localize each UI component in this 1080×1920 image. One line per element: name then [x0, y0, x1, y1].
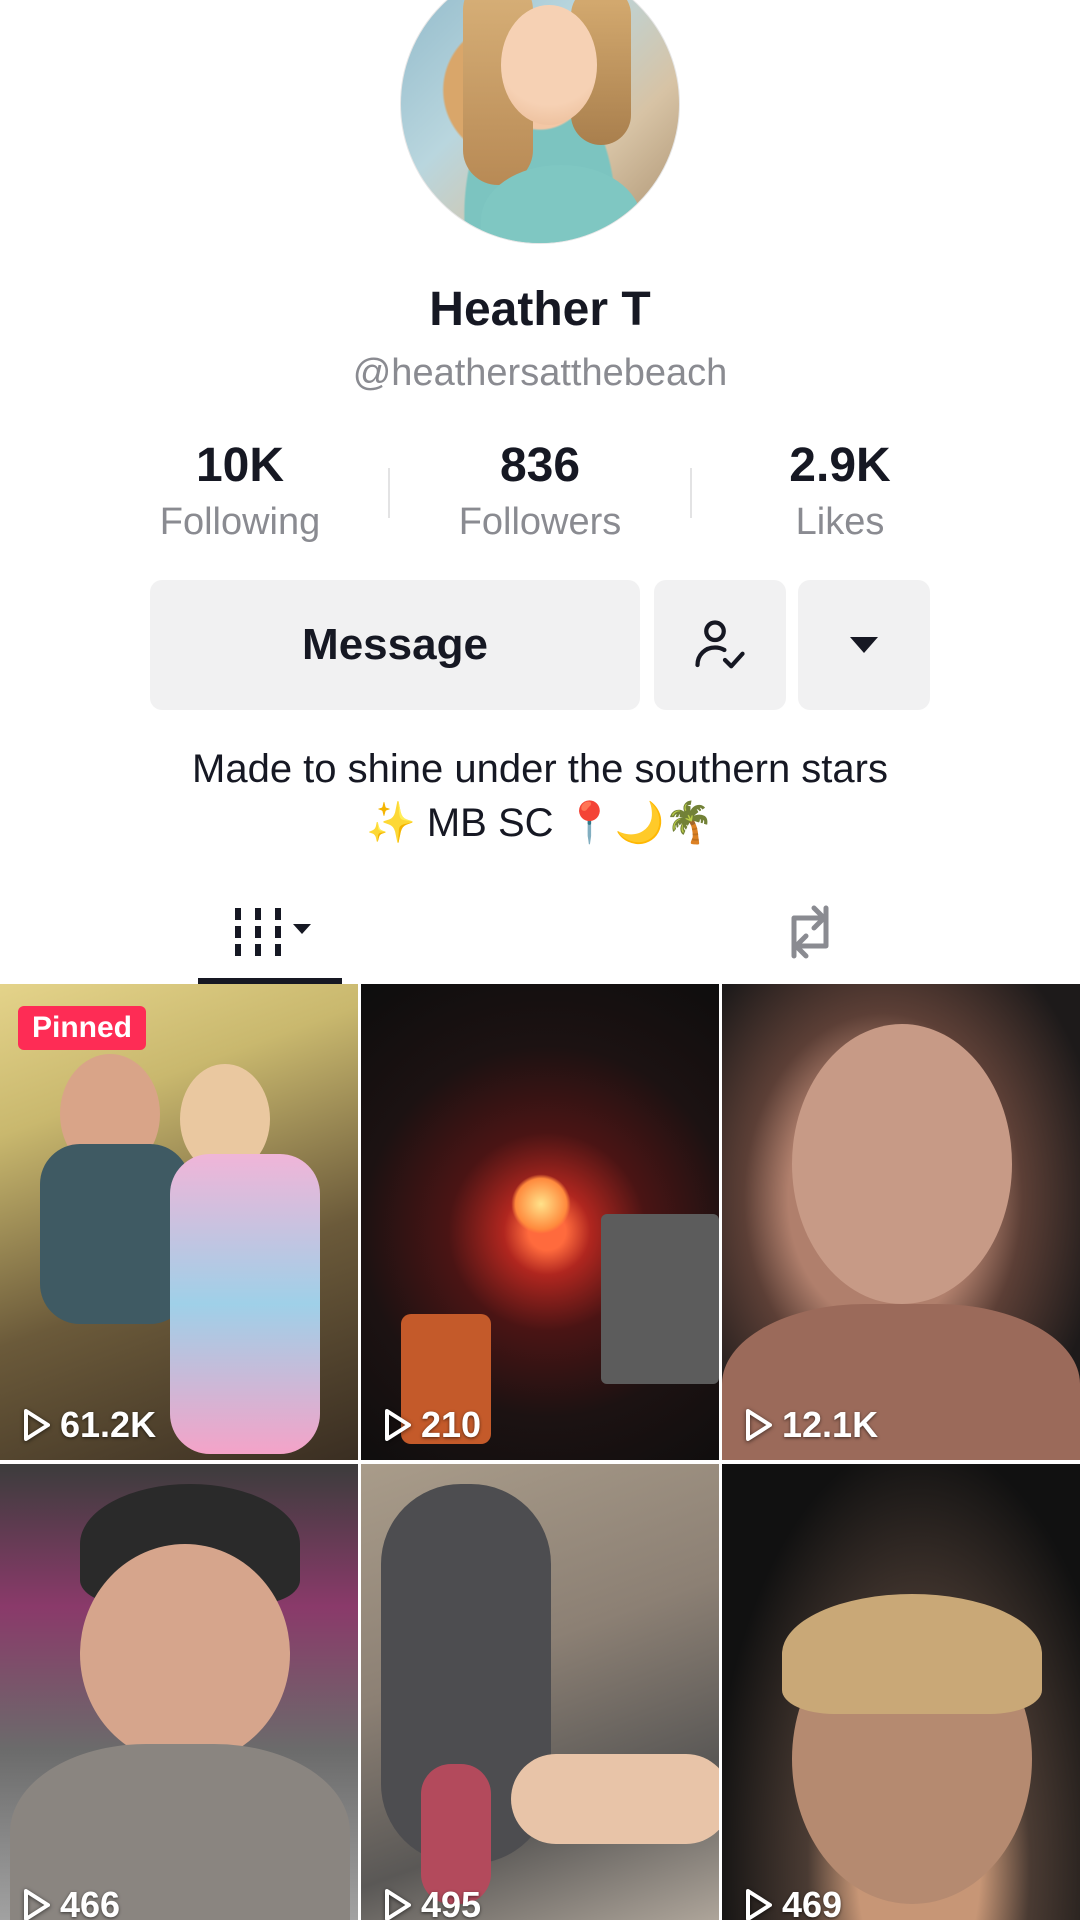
- play-icon: [24, 1889, 50, 1920]
- video-thumbnail[interactable]: 469: [722, 1464, 1080, 1920]
- profile-bio: Made to shine under the southern stars ✨…: [0, 742, 1080, 850]
- view-count-label: 469: [782, 1884, 843, 1920]
- caret-down-icon: [850, 637, 878, 653]
- video-thumbnail[interactable]: 466: [0, 1464, 358, 1920]
- thumbnail-figure: [601, 1214, 719, 1384]
- thumbnail-figure: [511, 1754, 719, 1844]
- thumbnail-figure: [80, 1544, 290, 1764]
- play-icon: [746, 1889, 772, 1920]
- stat-following[interactable]: 10K Following: [120, 438, 360, 544]
- stat-followers[interactable]: 836 Followers: [420, 438, 660, 544]
- bio-line: Made to shine under the southern stars: [192, 747, 888, 791]
- stat-divider: [690, 468, 692, 518]
- view-count: 61.2K: [22, 1404, 156, 1446]
- repost-icon: [791, 905, 829, 959]
- thumbnail-figure: [170, 1154, 320, 1454]
- view-count: 210: [383, 1404, 481, 1446]
- profile-stats: 10K Following 836 Followers 2.9K Likes: [120, 438, 960, 548]
- view-count-label: 210: [421, 1404, 482, 1445]
- stat-divider: [388, 468, 390, 518]
- view-count-label: 495: [421, 1884, 482, 1920]
- play-icon: [746, 1409, 772, 1441]
- bio-line: ✨ MB SC 📍🌙🌴: [365, 801, 715, 845]
- stat-value: 2.9K: [789, 439, 891, 492]
- thumbnail-figure: [792, 1024, 1012, 1304]
- stat-likes[interactable]: 2.9K Likes: [720, 438, 960, 544]
- thumbnail-figure: [40, 1144, 190, 1324]
- stat-label: Likes: [795, 501, 885, 543]
- video-thumbnail[interactable]: 210: [361, 984, 719, 1460]
- more-options-button[interactable]: [798, 580, 930, 710]
- video-grid: Pinned 61.2K 210 12.1K 466 495 469: [0, 984, 1080, 1920]
- tab-reposts[interactable]: [760, 880, 860, 984]
- view-count: 495: [383, 1884, 481, 1920]
- play-icon: [24, 1409, 50, 1441]
- stat-value: 10K: [195, 439, 285, 492]
- play-icon: [385, 1409, 411, 1441]
- person-check-icon: [695, 620, 745, 669]
- view-count: 469: [744, 1884, 842, 1920]
- thumbnail-figure: [421, 1764, 491, 1904]
- view-count: 12.1K: [744, 1404, 878, 1446]
- content-tabs: [0, 880, 1080, 984]
- thumbnail-figure: [511, 1174, 571, 1234]
- avatar-face: [501, 5, 597, 125]
- video-thumbnail[interactable]: 12.1K: [722, 984, 1080, 1460]
- view-count-label: 12.1K: [782, 1404, 879, 1445]
- video-thumbnail[interactable]: 495: [361, 1464, 719, 1920]
- view-count-label: 61.2K: [60, 1404, 157, 1445]
- video-thumbnail[interactable]: Pinned 61.2K: [0, 984, 358, 1460]
- message-button[interactable]: Message: [150, 580, 640, 710]
- play-icon: [385, 1889, 411, 1920]
- profile-handle: @heathersatthebeach: [352, 352, 728, 394]
- tab-videos[interactable]: [198, 880, 342, 984]
- stat-value: 836: [499, 439, 581, 492]
- grid-icon: [235, 908, 311, 956]
- stat-label: Following: [159, 501, 321, 543]
- pinned-badge: Pinned: [18, 1006, 147, 1050]
- profile-avatar[interactable]: [400, 0, 680, 244]
- stat-label: Followers: [458, 501, 622, 543]
- thumbnail-figure: [782, 1594, 1042, 1714]
- view-count: 466: [22, 1884, 120, 1920]
- profile-name: Heather T: [429, 283, 651, 336]
- following-button[interactable]: [654, 580, 786, 710]
- view-count-label: 466: [60, 1884, 121, 1920]
